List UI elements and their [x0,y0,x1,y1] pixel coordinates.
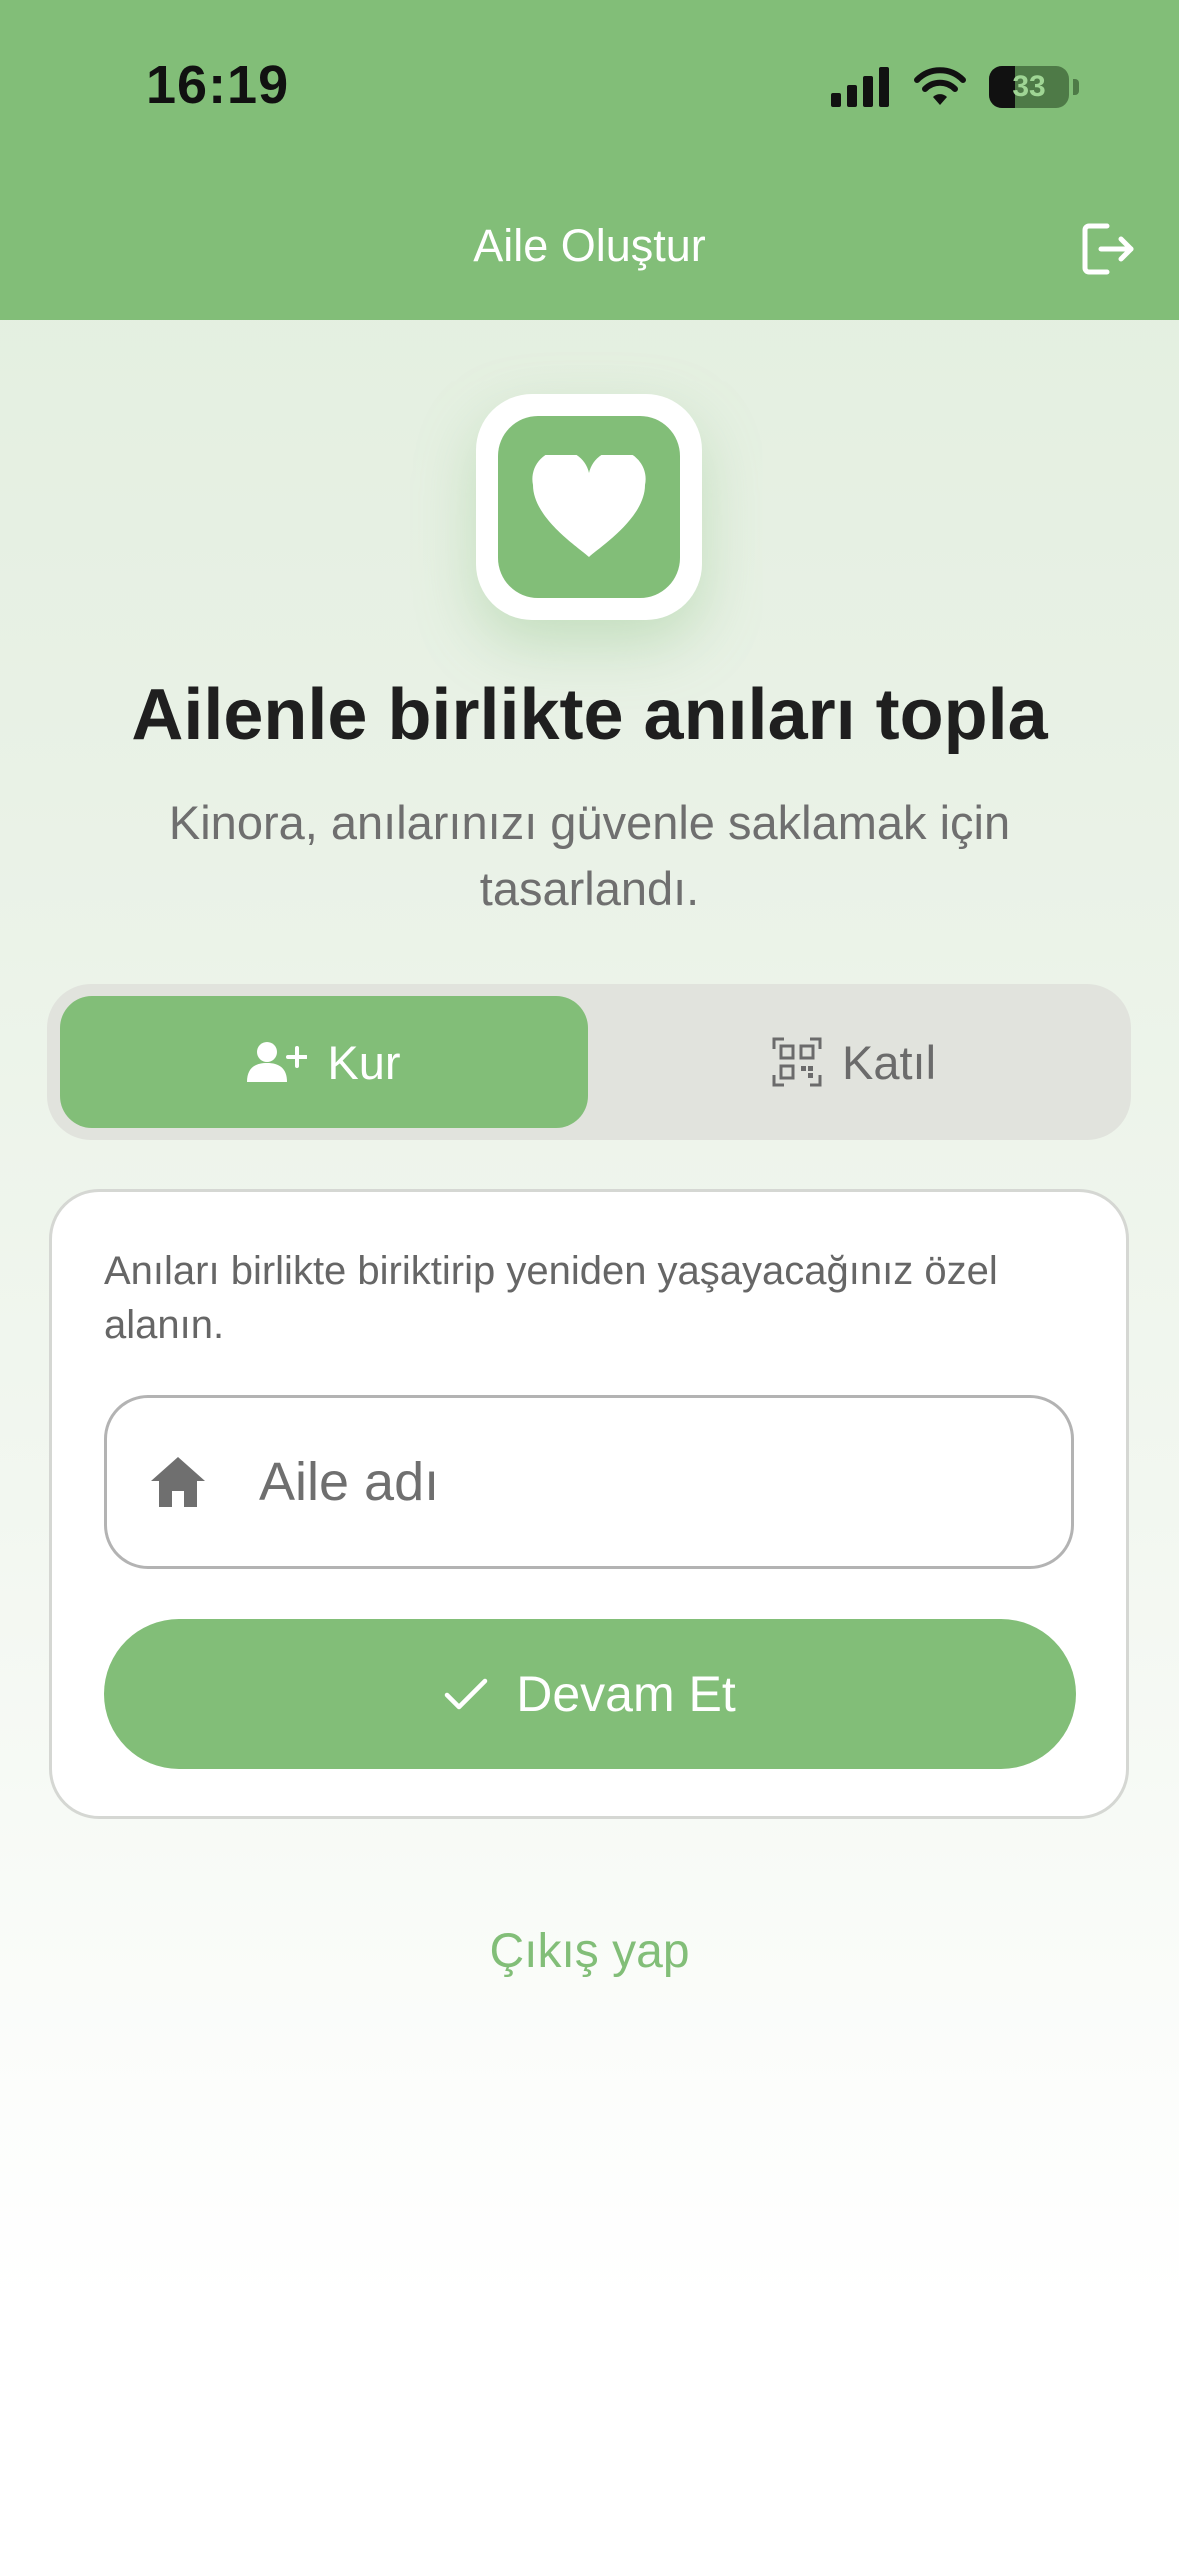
exit-icon[interactable] [1077,218,1139,280]
page-title: Aile Oluştur [473,220,706,271]
family-name-input[interactable] [257,1450,1021,1514]
qr-code-icon [772,1037,822,1087]
status-indicators: 33 [831,62,1079,112]
battery-indicator: 33 [989,66,1069,108]
logout-link[interactable]: Çıkış yap [0,1924,1179,1979]
app-logo [476,394,702,620]
continue-button-label: Devam Et [516,1666,736,1722]
heart-icon [532,455,646,557]
app-logo-inner [498,416,680,598]
app-header: 16:19 33 Aile Oluştur [0,0,1179,320]
hero-headline: Ailenle birlikte anıları topla [131,675,1048,755]
card-description: Anıları birlikte biriktirip yeniden yaşa… [104,1249,998,1347]
continue-button[interactable]: Devam Et [104,1619,1076,1769]
family-name-input-box[interactable] [104,1395,1074,1569]
wifi-icon [914,67,966,105]
tab-create-family[interactable]: Kur [60,996,588,1128]
add-user-icon [247,1042,308,1082]
checkmark-icon [444,1678,488,1710]
tab-create-label: Kur [327,1035,401,1089]
battery-nub [1073,79,1079,95]
mode-segmented-control: Kur Katıl [47,984,1131,1140]
home-icon [151,1457,205,1507]
hero-subtitle: Kinora, anılarınızı güvenle saklamak içi… [168,796,1011,915]
battery-level: 33 [1012,70,1046,103]
create-family-card: Anıları birlikte biriktirip yeniden yaşa… [49,1189,1129,1819]
tab-join-family[interactable]: Katıl [590,996,1118,1128]
tab-join-label: Katıl [841,1035,937,1089]
cellular-signal-icon [831,67,889,107]
status-time: 16:19 [146,55,290,115]
